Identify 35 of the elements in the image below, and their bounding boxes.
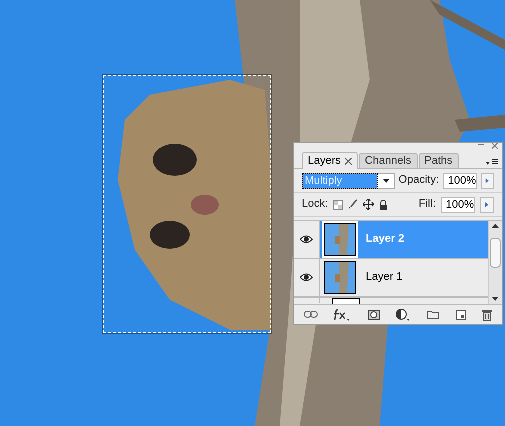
trash-icon[interactable] (482, 308, 492, 320)
layer-mask-icon[interactable] (368, 310, 380, 320)
new-layer-icon[interactable] (456, 310, 466, 320)
layer-thumbnail (324, 261, 356, 294)
opacity-field[interactable]: 100% (443, 172, 478, 188)
brush-icon[interactable] (348, 199, 358, 210)
panel-tab[interactable]: Paths (418, 153, 459, 168)
panel-tab[interactable]: Channels (359, 153, 418, 168)
layer-style-icon[interactable] (334, 308, 352, 320)
close-icon[interactable] (345, 158, 352, 164)
scroll-up-icon[interactable] (492, 224, 499, 228)
lock-icon[interactable] (379, 200, 388, 210)
layer-name: Layer 1 (366, 270, 403, 286)
opacity-label: Opacity: (398, 173, 440, 188)
move-icon[interactable] (363, 199, 374, 210)
eye-icon[interactable] (300, 235, 313, 244)
close-icon[interactable] (492, 143, 498, 149)
dropdown-arrow-icon[interactable] (382, 178, 390, 182)
eye-icon[interactable] (300, 273, 313, 282)
panel-menu-icon[interactable] (486, 159, 498, 166)
fill-label: Fill: (418, 197, 436, 212)
folder-icon[interactable] (427, 310, 440, 319)
layer-row[interactable]: Layer 1 (294, 259, 488, 297)
layer-thumbnail (324, 223, 356, 256)
fill-field[interactable]: 100% (441, 196, 475, 212)
minimize-icon[interactable] (478, 143, 484, 146)
lock-transparency-icon[interactable] (333, 200, 344, 210)
scrollbar[interactable] (488, 221, 502, 304)
layer-name: Layer 2 (366, 232, 405, 248)
adjustment-layer-icon[interactable] (396, 308, 411, 320)
lock-label: Lock: (302, 197, 328, 212)
panel-tab[interactable]: Layers (302, 152, 358, 169)
scroll-down-icon[interactable] (492, 297, 499, 301)
layer-thumbnail (332, 298, 360, 304)
link-icon[interactable] (304, 311, 318, 318)
